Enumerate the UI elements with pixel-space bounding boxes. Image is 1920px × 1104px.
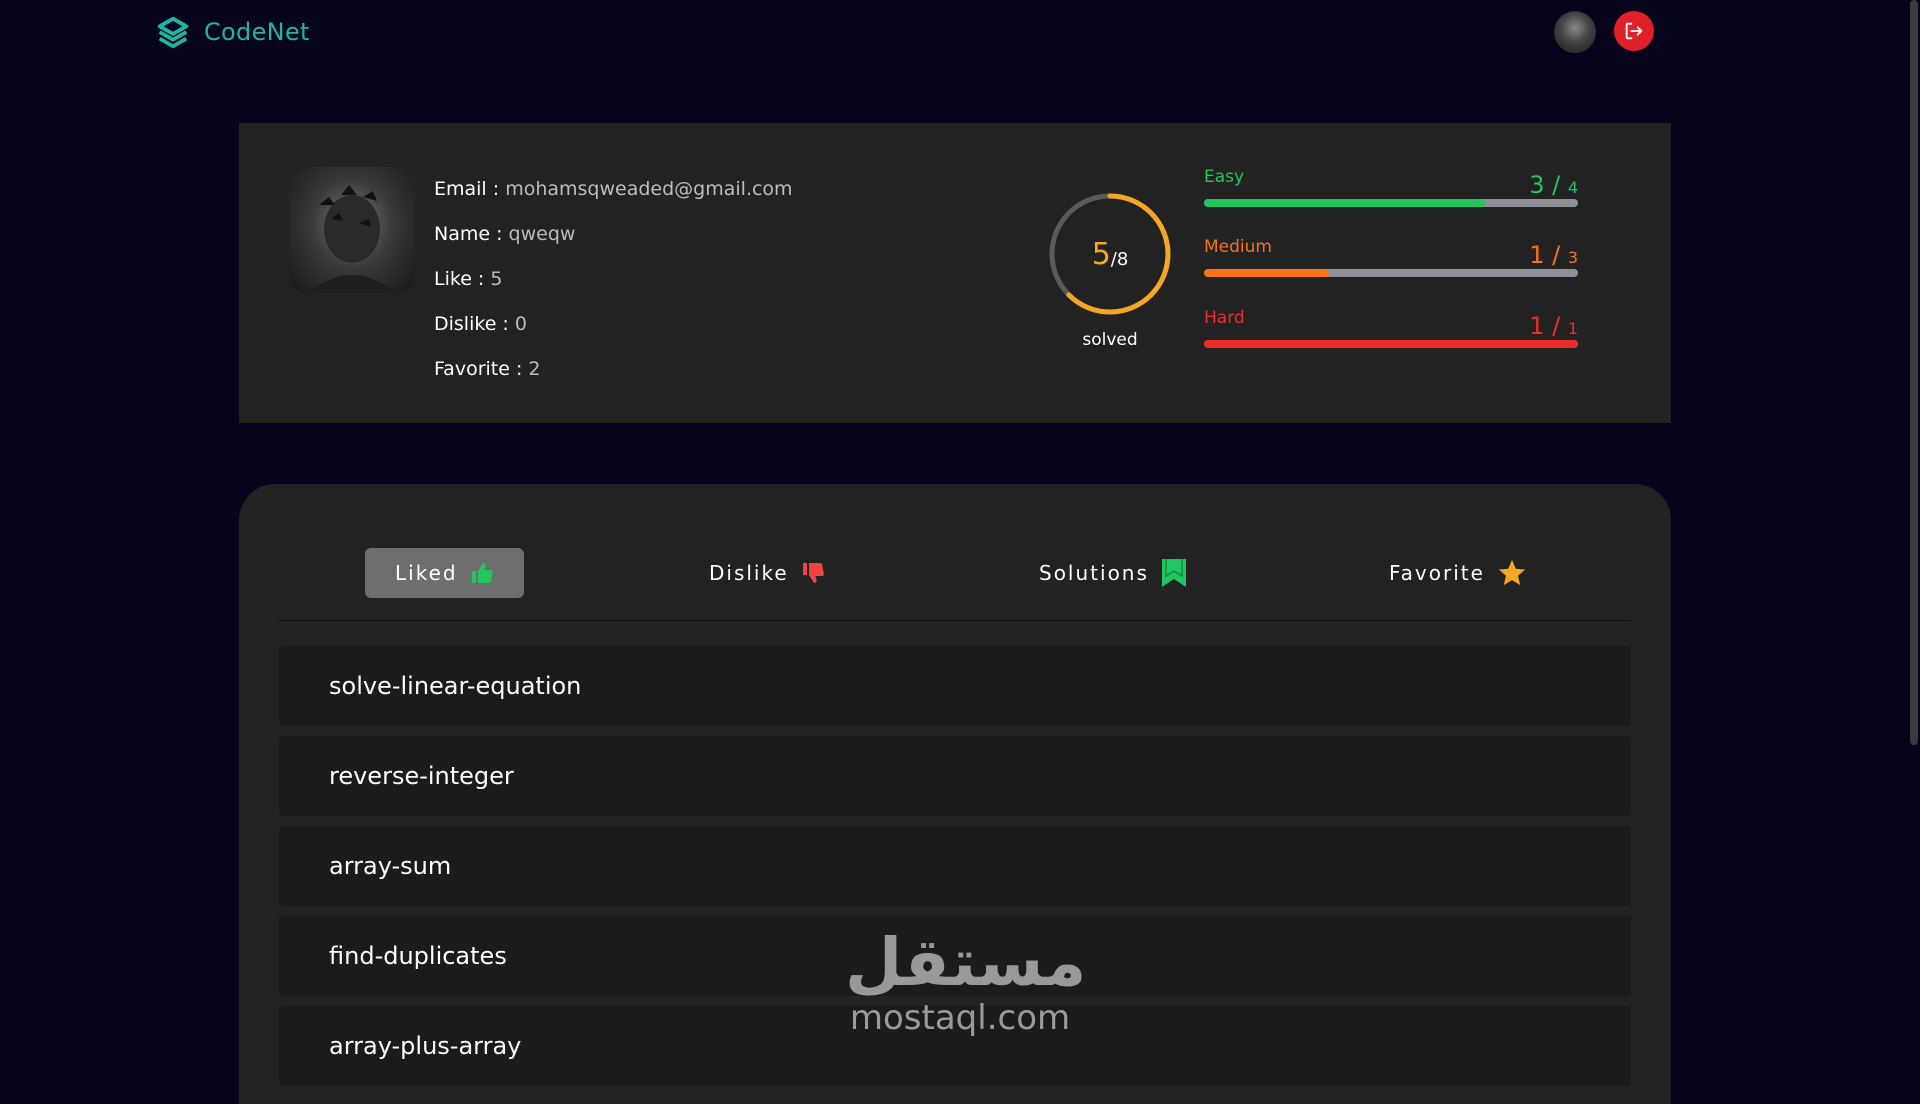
difficulty-progress-bar bbox=[1204, 199, 1578, 207]
difficulty-medium: Medium 1 / 3 bbox=[1204, 237, 1578, 277]
scrollbar-thumb[interactable] bbox=[1910, 0, 1918, 745]
difficulty-progress-fill bbox=[1204, 269, 1329, 277]
like-label: Like : bbox=[434, 268, 485, 290]
dislike-row: Dislike : 0 bbox=[434, 302, 793, 347]
star-icon bbox=[1498, 559, 1526, 586]
mostaql-watermark: مستقل mostaql.com bbox=[845, 924, 1087, 1039]
difficulty-progress-bar bbox=[1204, 340, 1578, 348]
thumbs-up-icon bbox=[471, 563, 493, 583]
like-row: Like : 5 bbox=[434, 257, 793, 302]
difficulty-count: 3 / 4 bbox=[1529, 171, 1578, 199]
logout-button[interactable] bbox=[1614, 11, 1654, 51]
difficulty-hard: Hard 1 / 1 bbox=[1204, 308, 1578, 348]
problem-row[interactable]: reverse-integer bbox=[279, 736, 1631, 816]
solved-total: 8 bbox=[1116, 248, 1129, 270]
difficulty-progress-fill bbox=[1204, 199, 1485, 207]
page-scrollbar[interactable] bbox=[1908, 0, 1920, 1080]
email-label: Email : bbox=[434, 178, 500, 200]
favorite-row: Favorite : 2 bbox=[434, 347, 793, 392]
favorite-value: 2 bbox=[528, 358, 541, 380]
watermark-arabic: مستقل bbox=[845, 924, 1087, 1001]
user-avatar[interactable] bbox=[1554, 11, 1596, 53]
dislike-value: 0 bbox=[514, 313, 527, 335]
profile-avatar bbox=[289, 167, 415, 293]
tab-solutions-label: Solutions bbox=[1039, 561, 1149, 585]
difficulty-label: Medium bbox=[1204, 237, 1272, 257]
tab-dislike-label: Dislike bbox=[709, 561, 789, 585]
profile-info: Email : mohamsqweaded@gmail.com Name : q… bbox=[434, 167, 793, 392]
name-value: qweqw bbox=[508, 223, 576, 245]
email-value: mohamsqweaded@gmail.com bbox=[505, 178, 793, 200]
tab-solutions[interactable]: Solutions bbox=[1039, 548, 1187, 598]
difficulty-label: Hard bbox=[1204, 308, 1245, 328]
tab-liked[interactable]: Liked bbox=[365, 548, 524, 598]
difficulty-easy: Easy 3 / 4 bbox=[1204, 167, 1578, 207]
watermark-latin: mostaql.com bbox=[849, 998, 1071, 1038]
problem-row[interactable]: array-sum bbox=[279, 826, 1631, 906]
email-row: Email : mohamsqweaded@gmail.com bbox=[434, 167, 793, 212]
tab-favorite-label: Favorite bbox=[1389, 561, 1485, 585]
tab-bar: Liked Dislike Solutions Favorite bbox=[279, 544, 1631, 621]
favorite-label: Favorite : bbox=[434, 358, 523, 380]
difficulty-progress-bar bbox=[1204, 269, 1578, 277]
tab-liked-label: Liked bbox=[395, 561, 458, 585]
profile-portrait-image bbox=[309, 185, 395, 293]
dislike-label: Dislike : bbox=[434, 313, 509, 335]
solved-number: 5 bbox=[1091, 236, 1111, 272]
tab-dislike[interactable]: Dislike bbox=[709, 548, 825, 598]
difficulty-progress-fill bbox=[1204, 340, 1578, 348]
logout-icon bbox=[1625, 22, 1643, 40]
solved-count: 5/8 bbox=[1045, 189, 1175, 319]
profile-card: Email : mohamsqweaded@gmail.com Name : q… bbox=[239, 123, 1671, 423]
codenet-logo-icon bbox=[157, 16, 189, 49]
like-value: 5 bbox=[490, 268, 503, 290]
name-row: Name : qweqw bbox=[434, 212, 793, 257]
app-name: CodeNet bbox=[204, 18, 310, 46]
problem-row[interactable]: solve-linear-equation bbox=[279, 646, 1631, 726]
thumbs-down-icon bbox=[802, 563, 824, 583]
difficulty-count: 1 / 3 bbox=[1529, 241, 1578, 269]
difficulty-count: 1 / 1 bbox=[1529, 312, 1578, 340]
solved-label: solved bbox=[1082, 330, 1138, 350]
tab-favorite[interactable]: Favorite bbox=[1389, 548, 1527, 598]
difficulty-label: Easy bbox=[1204, 167, 1245, 187]
bookmark-icon bbox=[1161, 559, 1186, 587]
app-logo[interactable]: CodeNet bbox=[154, 13, 310, 51]
name-label: Name : bbox=[434, 223, 503, 245]
